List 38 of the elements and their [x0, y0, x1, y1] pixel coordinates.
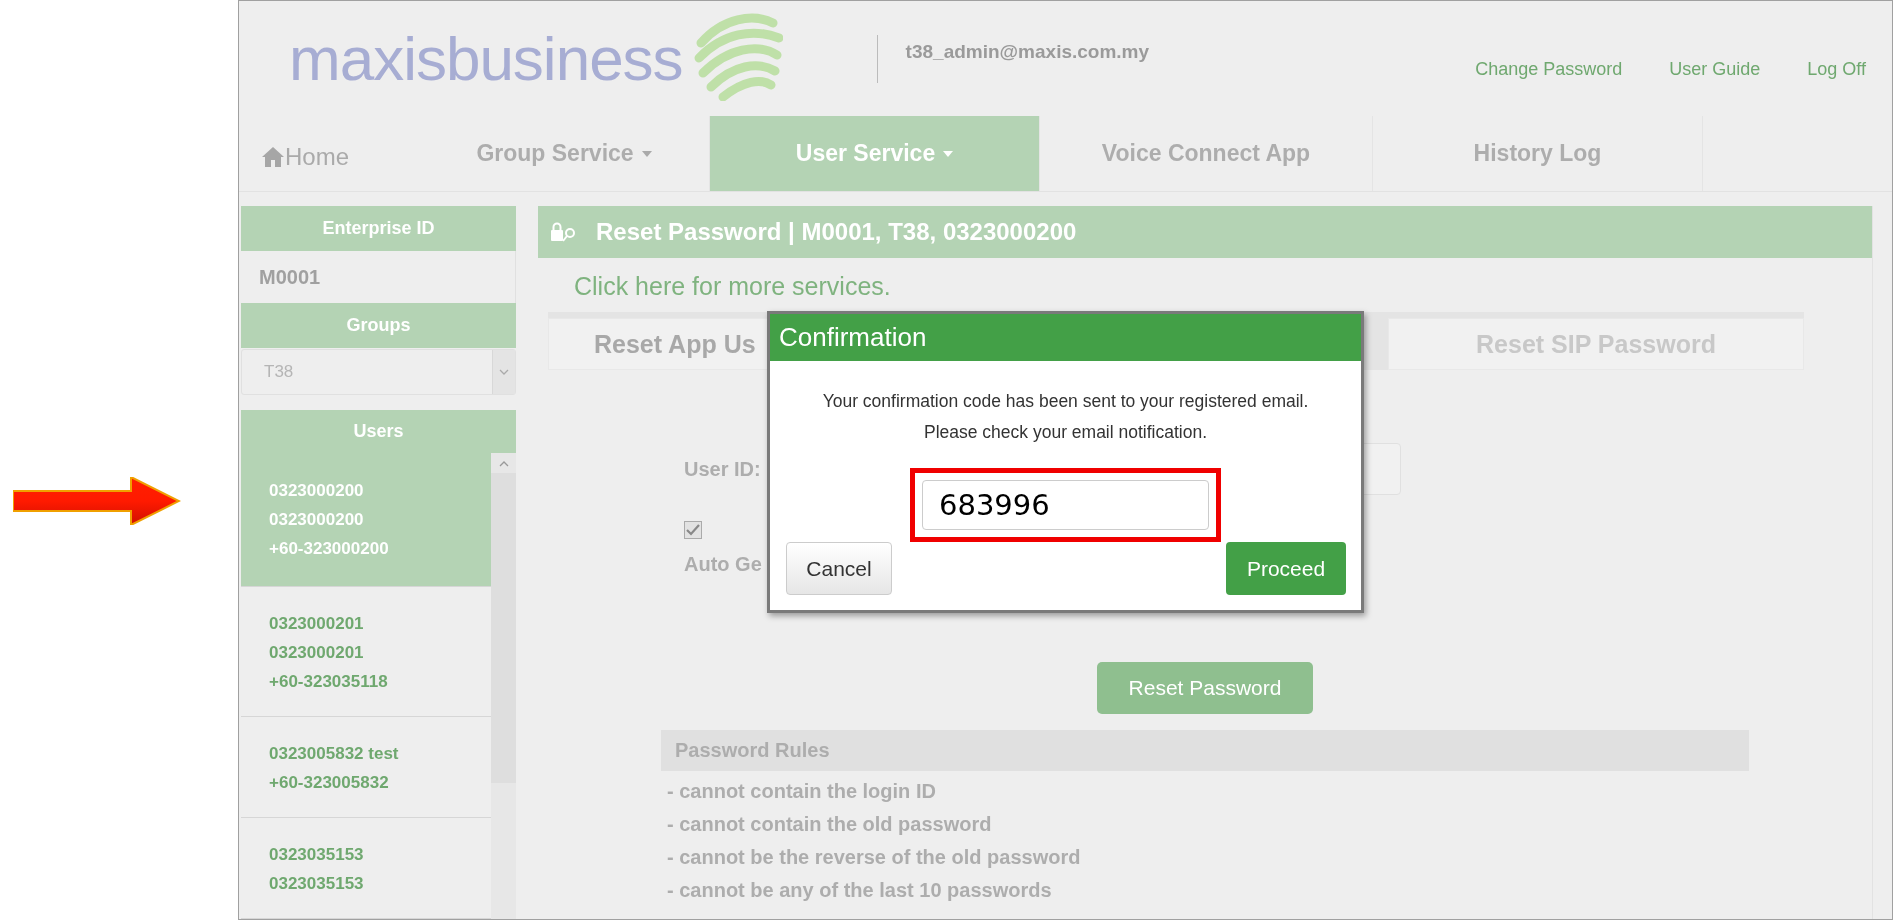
nav-tab[interactable]: User Service [710, 116, 1040, 191]
rule-text: - cannot contain the old password [667, 812, 992, 837]
field-label: User ID: [684, 457, 761, 481]
services-link[interactable]: Click here for more services. [538, 258, 1872, 312]
swirl-logo-icon [692, 12, 783, 101]
caret-icon [641, 150, 652, 157]
nav-tab[interactable]: Voice Connect App [1040, 116, 1373, 191]
user-email: t38_admin@maxis.com.my [905, 40, 1150, 63]
reset-password-button[interactable]: Reset Password [1097, 662, 1313, 714]
rule-text: - cannot contain the login ID [667, 779, 936, 804]
check-icon [686, 524, 700, 536]
proceed-button[interactable]: Proceed [1226, 542, 1346, 595]
dialog-title: Confirmation [770, 314, 1361, 361]
logo-text: maxisbusiness [289, 23, 683, 94]
checkbox-label: Auto Ge [684, 553, 762, 576]
scroll-up-icon [498, 461, 509, 467]
chevron-down-icon [499, 369, 509, 375]
nav-tab[interactable]: Home [239, 116, 419, 191]
rule-text: - cannot be the reverse of the old password [667, 845, 1081, 870]
nav-tab[interactable]: History Log [1373, 116, 1703, 191]
rule-text: - cannot be any of the last 10 passwords [667, 878, 1052, 903]
code-field[interactable]: 683996 [922, 480, 1209, 530]
auto-generate-checkbox[interactable] [684, 521, 702, 539]
scrollbar[interactable] [491, 453, 516, 919]
group-select[interactable]: T38 [241, 349, 516, 395]
header-link[interactable]: Change Password [1475, 59, 1623, 80]
dialog-message: Your confirmation code has been sent to your registered email. Please check your email notification. [821, 390, 1310, 444]
header-link[interactable]: Log Off [1807, 59, 1866, 80]
cancel-button[interactable]: Cancel [786, 542, 892, 595]
lock-key-icon [550, 221, 578, 243]
section-header: Users [241, 410, 516, 453]
title-bar: Reset Password | M0001, T38, 0323000200 [538, 206, 1872, 258]
section-header: Enterprise ID [241, 206, 516, 251]
user-list-item[interactable]: 0323000200 0323000200 +60-323000200 [241, 453, 491, 587]
home-icon [261, 145, 285, 168]
caret-icon [943, 150, 954, 157]
section-header: Groups [241, 303, 516, 348]
header-link[interactable]: User Guide [1669, 59, 1761, 80]
